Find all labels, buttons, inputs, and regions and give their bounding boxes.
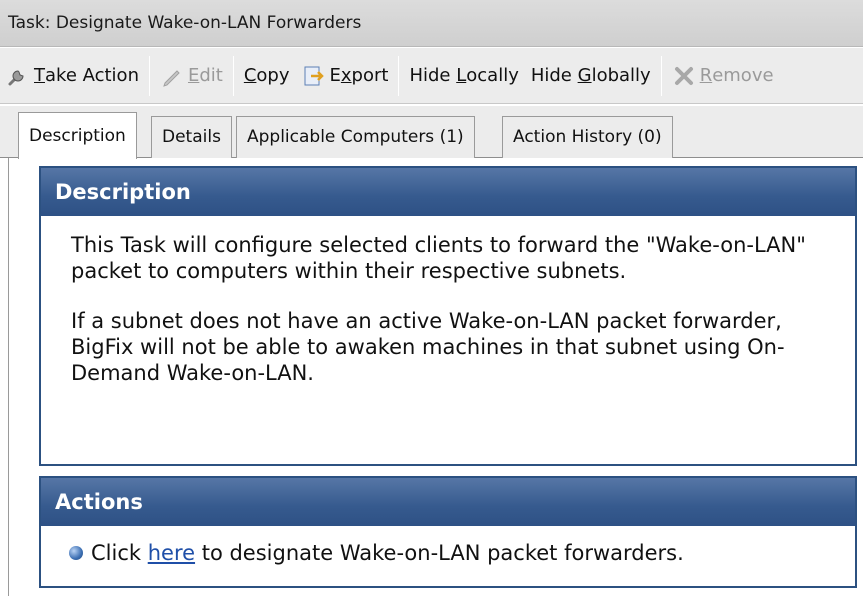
action-text-before: Click xyxy=(91,541,148,565)
remove-x-icon xyxy=(674,66,693,85)
description-header: Description xyxy=(41,168,855,216)
designate-forwarders-link[interactable]: here xyxy=(148,540,195,566)
action-text-after: to designate Wake-on-LAN packet forwarde… xyxy=(195,541,684,565)
hide-globally-mnemonic: G xyxy=(577,65,592,86)
tab-applicable-computers[interactable]: Applicable Computers (1) xyxy=(236,116,475,158)
export-label: port xyxy=(351,65,389,86)
description-panel: Description This Task will configure sel… xyxy=(39,166,857,466)
hide-locally-button[interactable]: Hide Locally xyxy=(403,56,524,96)
remove-label: emove xyxy=(712,65,774,86)
wrench-icon xyxy=(8,69,24,85)
edit-button[interactable]: Edit xyxy=(154,56,229,96)
description-body: This Task will configure selected client… xyxy=(41,216,855,386)
window-title: Task: Designate Wake-on-LAN Forwarders xyxy=(0,0,863,47)
copy-button[interactable]: Copy xyxy=(238,56,296,96)
toolbar-separator xyxy=(660,55,662,96)
actions-panel: Actions Click here to designate Wake-on-… xyxy=(39,476,857,588)
hide-locally-mnemonic: L xyxy=(456,65,467,86)
tab-details[interactable]: Details xyxy=(151,116,232,158)
remove-mnemonic: R xyxy=(699,65,713,86)
toolbar-separator xyxy=(232,55,234,96)
tab-action-history[interactable]: Action History (0) xyxy=(502,116,673,158)
tab-strip: Description Details Applicable Computers… xyxy=(0,106,863,159)
description-paragraph-1: This Task will configure selected client… xyxy=(71,233,806,283)
take-action-mnemonic: T xyxy=(34,65,45,86)
actions-header: Actions xyxy=(41,478,855,526)
toolbar-separator xyxy=(148,55,150,96)
pencil-icon xyxy=(163,69,180,87)
bullet-icon xyxy=(69,546,83,560)
export-mnemonic: x xyxy=(340,65,352,86)
export-icon xyxy=(304,66,324,85)
toolbar: Take Action Edit Copy Ex port Hide Locall… xyxy=(0,48,863,104)
edit-label: dit xyxy=(199,65,223,86)
export-button[interactable]: Ex port xyxy=(296,56,395,96)
copy-mnemonic: C xyxy=(243,65,257,86)
toolbar-separator xyxy=(398,55,400,96)
take-action-button[interactable]: Take Action xyxy=(0,56,145,96)
description-paragraph-2: If a subnet does not have an active Wake… xyxy=(71,309,785,385)
hide-locally-label: ocally xyxy=(466,65,519,86)
copy-label: opy xyxy=(256,65,290,86)
remove-button[interactable]: Remove xyxy=(666,56,780,96)
export-prefix: E xyxy=(329,65,341,86)
edit-mnemonic: E xyxy=(187,65,200,86)
tab-content: Description This Task will configure sel… xyxy=(8,158,863,596)
tab-description[interactable]: Description xyxy=(18,112,137,159)
take-action-label: ake Action xyxy=(45,65,139,86)
hide-globally-prefix: Hide xyxy=(530,65,578,86)
hide-globally-button[interactable]: Hide Globally xyxy=(525,56,657,96)
action-item: Click here to designate Wake-on-LAN pack… xyxy=(41,526,855,566)
hide-globally-label: lobally xyxy=(591,65,651,86)
hide-locally-prefix: Hide xyxy=(409,65,457,86)
